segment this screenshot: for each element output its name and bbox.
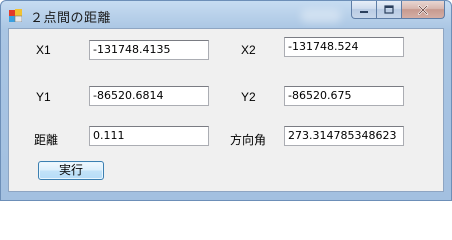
x1-input[interactable]: -131748.4135 xyxy=(89,40,209,60)
app-icon xyxy=(9,9,23,23)
maximize-button[interactable] xyxy=(377,1,402,19)
title-bar[interactable]: ２点間の距離 xyxy=(1,1,451,29)
y1-label: Y1 xyxy=(36,90,51,104)
window-title: ２点間の距離 xyxy=(30,10,112,25)
form-client-area: X1 -131748.4135 X2 -131748.524 Y1 -86520… xyxy=(8,28,444,192)
caption-buttons xyxy=(351,1,445,20)
y2-input[interactable]: -86520.675 xyxy=(284,86,404,106)
y1-input[interactable]: -86520.6814 xyxy=(89,86,209,106)
bearing-label: 方向角 xyxy=(230,133,267,147)
distance-output[interactable]: 0.111 xyxy=(89,126,209,146)
app-window: ２点間の距離 X1 -131748.4135 X2 -131748.524 Y1… xyxy=(0,0,452,201)
minimize-button[interactable] xyxy=(351,1,377,19)
y2-label: Y2 xyxy=(241,90,256,104)
bearing-output[interactable]: 273.314785348623 xyxy=(284,126,404,146)
distance-label: 距離 xyxy=(34,133,59,147)
x2-label: X2 xyxy=(241,43,256,57)
x2-input[interactable]: -131748.524 xyxy=(284,37,404,57)
x1-label: X1 xyxy=(36,43,51,57)
title-glow xyxy=(301,9,341,23)
run-button[interactable]: 実行 xyxy=(38,161,104,180)
close-button[interactable] xyxy=(402,1,445,19)
